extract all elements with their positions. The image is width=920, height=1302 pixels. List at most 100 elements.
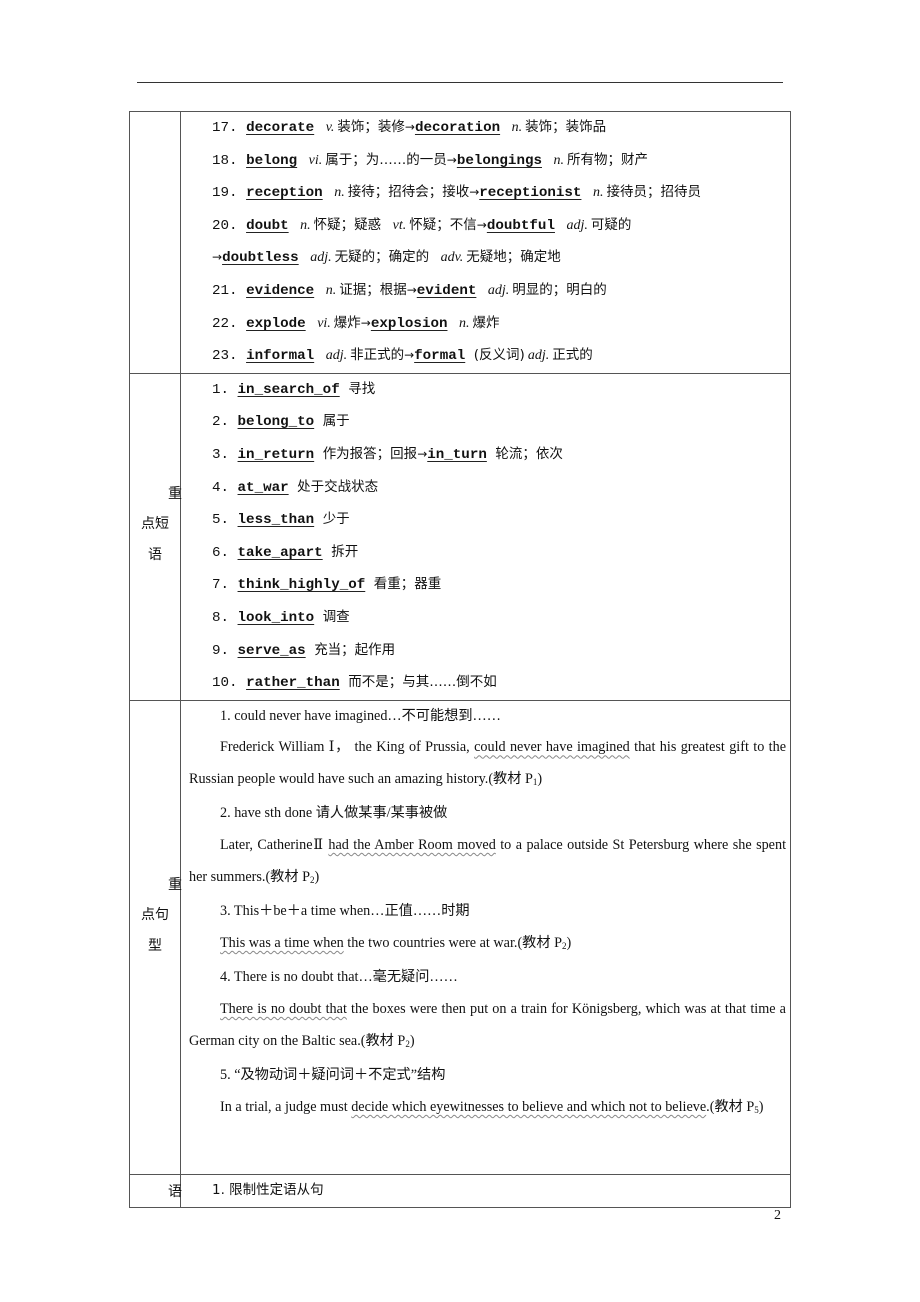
sentences-label-part2: 点句 bbox=[141, 906, 169, 923]
phrase-item: 6. take_apart 拆开 bbox=[181, 537, 790, 570]
study-table: 17. decorate v. 装饰；装修→decoration n. 装饰；装饰品… bbox=[129, 111, 791, 1208]
item-number: 19. bbox=[212, 185, 238, 202]
phrase-text: belong_to bbox=[237, 414, 315, 431]
phrase-item: 7. think_highly_of 看重；器重 bbox=[181, 569, 790, 602]
grammar-item: 1. 限制性定语从句 bbox=[212, 1181, 324, 1198]
part-of-speech: v. bbox=[325, 120, 335, 135]
sentence-pattern-heading: 3. This＋be＋a time when…正值……时期 bbox=[220, 903, 470, 920]
word-meaning: 怀疑；疑惑 bbox=[313, 216, 382, 233]
page-ref-end: ) bbox=[758, 1098, 764, 1115]
phrase-text: rather_than bbox=[246, 675, 340, 692]
derived-word: doubtful bbox=[486, 217, 555, 234]
derived-meaning: 装饰；装饰品 bbox=[525, 119, 607, 135]
phrase-meaning: 拆开 bbox=[331, 543, 359, 560]
arrow-icon: → bbox=[476, 217, 487, 232]
derived-word: evident bbox=[416, 282, 477, 299]
derived-part-of-speech: n. bbox=[511, 120, 523, 135]
phrase-text: in_search_of bbox=[237, 381, 340, 398]
phrase-meaning: 作为报答；回报 bbox=[322, 445, 418, 462]
example-sentence: There is no doubt that the boxes were th… bbox=[189, 994, 790, 1060]
vocabulary-item: →doubtless adj. 无疑的；确定的 adv. 无疑地；确定地 bbox=[181, 242, 790, 275]
phrase-meaning: 看重；器重 bbox=[373, 576, 442, 593]
item-number: 2. bbox=[212, 414, 230, 431]
vocabulary-item: 20. doubt n. 怀疑；疑惑 vt. 怀疑；不信→doubtful adj.… bbox=[181, 210, 790, 243]
example-sentence: Frederick William Ⅰ， the King of Prussia… bbox=[189, 732, 790, 798]
grammar-label-cell: 语 bbox=[129, 1173, 182, 1208]
derived-word: decoration bbox=[414, 120, 501, 136]
derived-word: doubtless bbox=[222, 250, 299, 267]
vocabulary-label-cell bbox=[129, 111, 181, 374]
phrase-meaning: 充当；起作用 bbox=[314, 641, 396, 658]
vocab-word: explode bbox=[246, 315, 306, 332]
word-meaning: 证据；根据 bbox=[339, 281, 407, 298]
sentences-label: 点句 型 bbox=[130, 900, 180, 963]
derived-word: formal bbox=[414, 348, 466, 365]
derived-meaning: 无疑的；确定的 bbox=[334, 249, 430, 266]
phrase-item: 4. at_war 处于交战状态 bbox=[181, 472, 790, 505]
item-number: 9. bbox=[212, 642, 230, 659]
phrase-item: 1. in_search_of 寻找 bbox=[181, 374, 790, 407]
page-ref-end: ) bbox=[566, 934, 572, 951]
word-meaning-2: 怀疑；不信 bbox=[409, 216, 477, 233]
derived-part-of-speech: adj. bbox=[527, 348, 550, 364]
grammar-row: 语 1. 限制性定语从句 bbox=[129, 1173, 791, 1208]
derived-meaning: 正式的 bbox=[552, 347, 593, 364]
vocab-word: belong bbox=[246, 152, 298, 169]
vocabulary-item: 21. evidence n. 证据；根据→evident adj. 明显的；明白的 bbox=[181, 275, 790, 308]
grammar-label: 语 bbox=[168, 1183, 182, 1200]
derived-word: explosion bbox=[370, 315, 448, 332]
phrase-text: serve_as bbox=[237, 642, 306, 659]
phrase-meaning: 寻找 bbox=[348, 380, 376, 397]
sentences-label-part3: 型 bbox=[148, 938, 162, 955]
sentence-pattern-heading: 1. could never have imagined…不可能想到…… bbox=[220, 707, 501, 724]
phrase-item: 8. look_into 调查 bbox=[181, 602, 790, 635]
phrase-text-2: in_turn bbox=[427, 446, 487, 463]
arrow-icon: → bbox=[406, 282, 417, 297]
arrow-icon: → bbox=[417, 446, 428, 461]
derived-part-of-speech: adj. bbox=[487, 282, 510, 298]
item-number: 17. bbox=[212, 120, 238, 136]
word-meaning-2: 无疑地；确定地 bbox=[466, 249, 561, 266]
vocabulary-item: 18. belong vi. 属于；为……的一员→belongings n. 所有物… bbox=[181, 145, 790, 178]
phrase-text: less_than bbox=[237, 512, 315, 529]
phrases-label-part3: 语 bbox=[148, 547, 162, 564]
page-ref-end: ) bbox=[409, 1032, 415, 1049]
phrase-meaning: 少于 bbox=[322, 511, 350, 528]
item-number: 18. bbox=[212, 152, 238, 169]
vocabulary-list: 17. decorate v. 装饰；装修→decoration n. 装饰；装饰品… bbox=[181, 112, 790, 373]
phrase-item: 3. in_return 作为报答；回报→in_turn 轮流；依次 bbox=[181, 439, 790, 472]
example-sentence: This was a time when the two countries w… bbox=[189, 928, 790, 963]
arrow-icon: → bbox=[404, 120, 415, 134]
sentence-suffix: .(教材 P bbox=[706, 1098, 755, 1115]
derived-part-of-speech: adj. bbox=[566, 217, 588, 233]
vocabulary-cell: 17. decorate v. 装饰；装修→decoration n. 装饰；装饰品… bbox=[180, 111, 791, 374]
derived-meaning: 接待员；招待员 bbox=[606, 184, 701, 201]
arrow-icon: → bbox=[360, 315, 371, 330]
derived-part-of-speech: n. bbox=[553, 152, 565, 168]
vocab-word: evidence bbox=[246, 282, 315, 299]
derived-word: receptionist bbox=[479, 185, 582, 202]
part-of-speech: n. bbox=[325, 282, 337, 298]
highlighted-pattern: had the Amber Room moved bbox=[328, 837, 496, 854]
vocabulary-item: 19. reception n. 接待；招待会；接收→receptionist n… bbox=[181, 177, 790, 210]
item-number: 6. bbox=[212, 544, 230, 561]
vocab-word: doubt bbox=[246, 217, 289, 234]
item-number: 8. bbox=[212, 609, 230, 626]
derived-part-of-speech: n. bbox=[592, 185, 604, 201]
part-of-speech: vi. bbox=[317, 315, 331, 331]
item-number: 22. bbox=[212, 315, 238, 332]
phrases-label-cell: 重 点短 语 bbox=[129, 372, 182, 701]
phrase-meaning: 属于 bbox=[322, 413, 350, 430]
vocabulary-row: 17. decorate v. 装饰；装修→decoration n. 装饰；装饰品… bbox=[129, 111, 791, 374]
derived-part-of-speech: n. bbox=[459, 315, 470, 331]
phrase-text: take_apart bbox=[237, 544, 323, 561]
highlighted-pattern: There is no doubt that bbox=[220, 1001, 347, 1018]
vocabulary-item: 17. decorate v. 装饰；装修→decoration n. 装饰；装饰品 bbox=[181, 112, 790, 145]
highlighted-pattern: decide which eyewitnesses to believe and… bbox=[351, 1098, 707, 1115]
derived-meaning: 爆炸 bbox=[472, 314, 500, 331]
word-meaning: 接待；招待会；接收 bbox=[347, 184, 470, 201]
sentence-suffix: the two countries were at war.(教材 P bbox=[343, 934, 562, 951]
phrase-item: 5. less_than 少于 bbox=[181, 504, 790, 537]
highlighted-pattern: could never have imagined bbox=[474, 739, 630, 756]
sentences-cell: 1. could never have imagined…不可能想到…… Fred… bbox=[180, 699, 791, 1175]
